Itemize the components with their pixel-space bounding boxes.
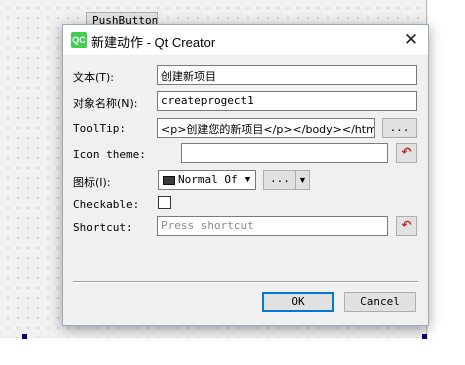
icon-theme-reset-icon[interactable]: ↶	[396, 143, 417, 163]
ok-button[interactable]: OK	[262, 292, 334, 312]
dialog-title: 新建动作 - Qt Creator	[91, 35, 216, 50]
close-icon[interactable]: ✕	[400, 30, 422, 50]
tooltip-label: ToolTip:	[73, 122, 126, 135]
dialog-titlebar: QC 新建动作 - Qt Creator ✕	[63, 25, 428, 55]
icon-choose-label: ...	[270, 172, 290, 185]
icon-theme-label: Icon theme:	[73, 148, 146, 161]
shortcut-reset-icon[interactable]: ↶	[396, 216, 417, 236]
shortcut-label: Shortcut:	[73, 221, 133, 234]
new-action-dialog: QC 新建动作 - Qt Creator ✕ 文本(T): 创建新项目 对象名称…	[62, 24, 429, 326]
object-name-input[interactable]: createprogect1	[157, 91, 417, 111]
icon-label: 图标(I):	[73, 176, 111, 189]
text-input[interactable]: 创建新项目	[157, 65, 417, 85]
chevron-down-icon[interactable]: ▼	[295, 171, 309, 189]
icon-mode-value: Normal Of	[178, 173, 238, 186]
icon-mode-combo[interactable]: Normal Of ▼	[158, 170, 256, 190]
icon-theme-input[interactable]	[181, 143, 388, 163]
object-name-label: 对象名称(N):	[73, 97, 138, 110]
checkable-checkbox[interactable]	[158, 196, 171, 209]
icon-preview	[163, 176, 175, 185]
selection-handle-bottom-left[interactable]	[22, 334, 27, 339]
cancel-button[interactable]: Cancel	[344, 292, 416, 312]
tooltip-input[interactable]: <p>创建您的新项目</p></body></html>	[157, 118, 375, 138]
checkable-label: Checkable:	[73, 198, 140, 211]
shortcut-input[interactable]: Press shortcut	[157, 216, 388, 236]
icon-choose-button[interactable]: ... ▼	[263, 170, 310, 190]
qt-creator-logo-icon: QC	[71, 32, 87, 48]
tooltip-more-button[interactable]: ...	[382, 118, 417, 138]
chevron-down-icon: ▼	[240, 171, 255, 189]
selection-handle-bottom-right[interactable]	[422, 334, 427, 339]
button-separator	[73, 281, 418, 282]
text-label: 文本(T):	[73, 71, 115, 84]
